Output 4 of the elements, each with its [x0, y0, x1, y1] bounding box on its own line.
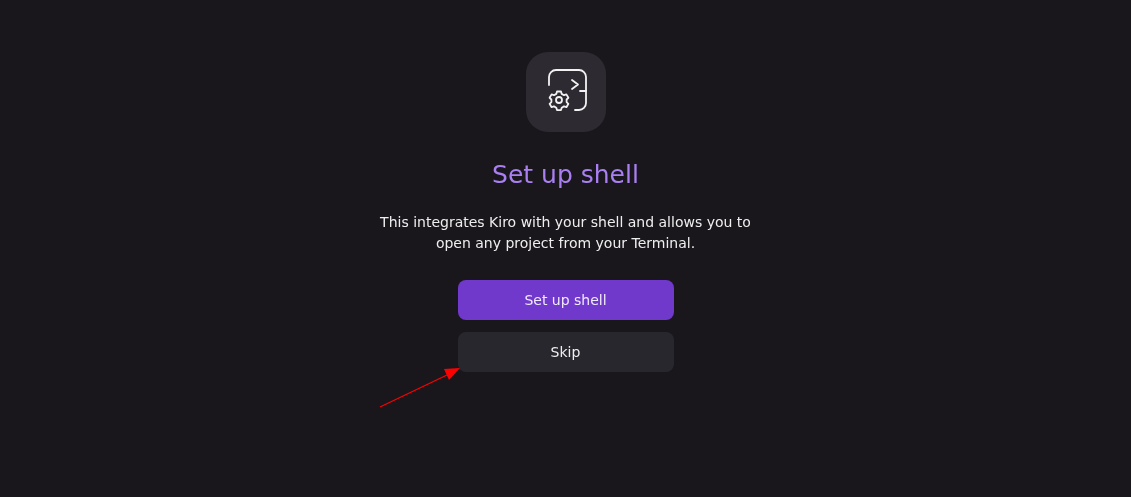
skip-button[interactable]: Skip [457, 332, 674, 372]
setup-button[interactable]: Set up shell [457, 280, 674, 320]
description-text: This integrates Kiro with your shell and allows you to open any project from your Terminal. [379, 213, 752, 253]
dialog-title: Set up shell [492, 159, 639, 191]
